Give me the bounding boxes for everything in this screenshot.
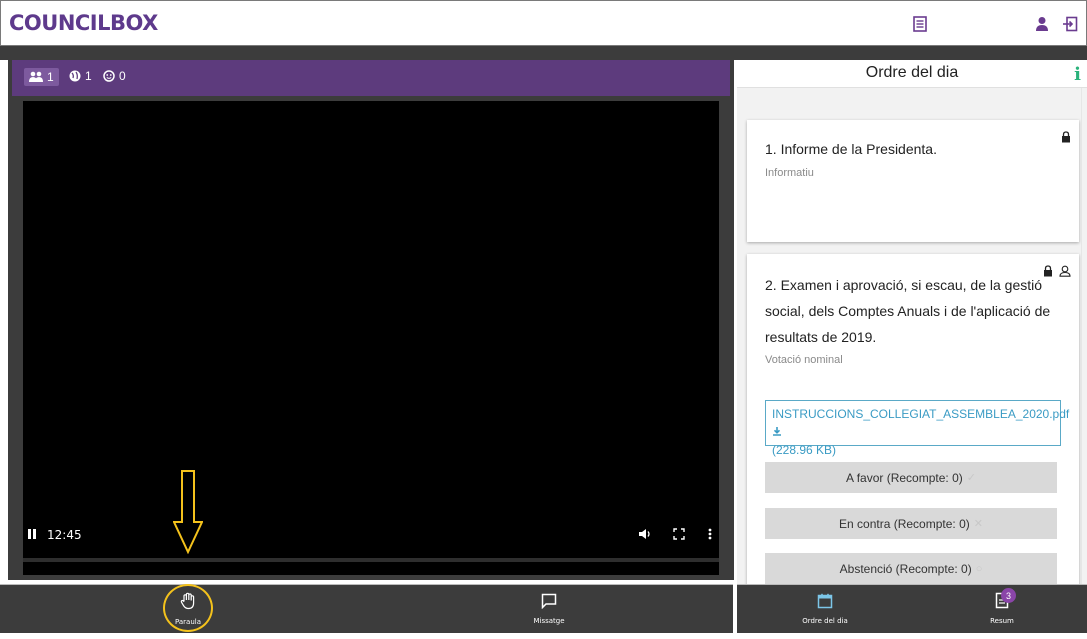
bottom-bar-divider — [733, 584, 737, 633]
online-count: 1 — [85, 69, 92, 83]
volume-icon[interactable] — [638, 528, 652, 543]
download-icon[interactable] — [772, 425, 782, 439]
summary-tab-label: Resum — [990, 617, 1014, 625]
message-button[interactable]: Missatge — [509, 584, 589, 633]
vote-in-favor-label: A favor (Recompte: 0) — [846, 470, 963, 485]
video-progress-bar[interactable] — [23, 558, 719, 562]
app-logo: COUNCILBOX — [9, 11, 158, 35]
voter-icon — [1059, 264, 1071, 282]
fullscreen-icon[interactable] — [673, 528, 685, 543]
online-stat[interactable]: 1 — [69, 69, 92, 83]
globe-icon — [69, 70, 81, 82]
attachment-name: INSTRUCCIONS_COLLEGIAT_ASSEMBLEA_2020.pd… — [772, 407, 1070, 421]
vote-abstention-button[interactable]: Abstenció (Recompte: 0) ○ — [765, 553, 1057, 584]
viewers-stat[interactable]: 0 — [103, 69, 126, 83]
list-icon[interactable] — [909, 13, 931, 35]
agenda-header: Ordre del dia i — [737, 60, 1087, 88]
logout-icon[interactable] — [1059, 13, 1081, 35]
vote-abstention-label: Abstenció (Recompte: 0) — [839, 561, 972, 576]
agenda-tab-button[interactable]: Ordre del dia — [785, 584, 865, 633]
vote-against-button[interactable]: En contra (Recompte: 0) ✕ — [765, 508, 1057, 539]
message-icon — [541, 593, 557, 614]
more-options-icon[interactable] — [708, 528, 712, 543]
agenda-item-title: 2. Examen i aprovació, si escau, de la g… — [765, 277, 1051, 345]
video-header: 1 1 0 — [12, 60, 730, 96]
circle-icon: ○ — [975, 562, 983, 575]
agenda-item-type: Informatiu — [765, 167, 814, 179]
x-icon: ✕ — [973, 518, 983, 530]
agenda-title: Ordre del dia — [865, 64, 959, 81]
message-label: Missatge — [533, 616, 565, 625]
calendar-icon — [817, 593, 833, 614]
video-player[interactable]: 12:45 — [23, 101, 719, 575]
attachment-size: (228.96 KB) — [772, 443, 837, 457]
user-icon[interactable] — [1031, 13, 1053, 35]
participants-count: 1 — [47, 70, 54, 84]
summary-tab-button[interactable]: Resum 3 — [962, 584, 1042, 633]
video-time: 12:45 — [47, 528, 82, 542]
face-icon — [103, 70, 115, 82]
hand-icon — [180, 592, 196, 615]
request-word-label: Paraula — [174, 617, 202, 626]
summary-badge: 3 — [1001, 588, 1016, 603]
arrow-down-icon — [173, 470, 203, 554]
top-bar: COUNCILBOX — [0, 0, 1087, 46]
attachment-link[interactable]: INSTRUCCIONS_COLLEGIAT_ASSEMBLEA_2020.pd… — [765, 400, 1069, 457]
request-word-button[interactable]: Paraula — [148, 584, 228, 633]
info-icon[interactable]: i — [1074, 64, 1081, 85]
scrollbar[interactable] — [1081, 88, 1087, 584]
vote-in-favor-button[interactable]: A favor (Recompte: 0) ✓ — [765, 462, 1057, 493]
participants-stat[interactable]: 1 — [24, 68, 59, 86]
agenda-item[interactable]: 2. Examen i aprovació, si escau, de la g… — [747, 254, 1079, 584]
agenda-list[interactable]: 1. Informe de la Presidenta. Informatiu … — [737, 88, 1087, 584]
pause-icon[interactable] — [27, 528, 37, 543]
check-icon: ✓ — [966, 472, 976, 484]
header-separator — [0, 46, 1087, 60]
agenda-tab-label: Ordre del dia — [802, 616, 848, 625]
viewers-count: 0 — [119, 69, 126, 83]
agenda-item[interactable]: 1. Informe de la Presidenta. Informatiu — [747, 120, 1079, 242]
agenda-item-type: Votació nominal — [765, 354, 843, 366]
vote-against-label: En contra (Recompte: 0) — [839, 516, 970, 531]
agenda-item-title: 1. Informe de la Presidenta. — [765, 141, 937, 157]
agenda-panel: Ordre del dia i 1. Informe de la Preside… — [737, 60, 1087, 584]
users-icon — [29, 71, 43, 83]
